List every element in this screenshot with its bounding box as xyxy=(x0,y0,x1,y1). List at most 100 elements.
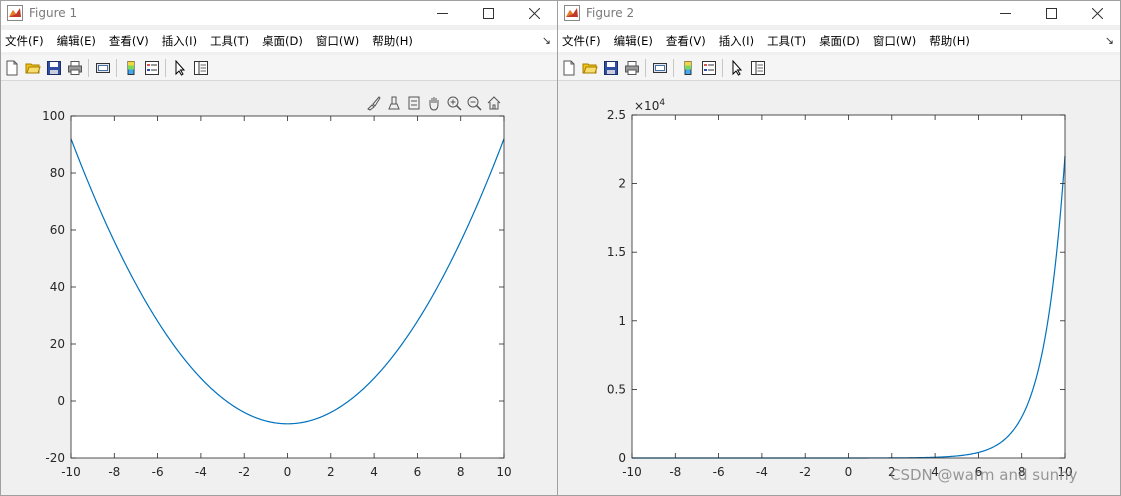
pointer-arrow-icon xyxy=(732,59,742,76)
minimize-button[interactable] xyxy=(982,1,1028,25)
y-tick-label: 80 xyxy=(50,166,65,180)
menu-file[interactable]: 文件(F) xyxy=(1,33,52,49)
menu-insert[interactable]: 插入(I) xyxy=(714,33,762,49)
plot-axes-2[interactable]: -10 -8 -6 -4 -2 0 2 4 6 8 1000.511.522.5×104 xyxy=(558,82,1121,496)
minimize-icon xyxy=(436,12,448,14)
legend-button[interactable] xyxy=(141,57,162,79)
menu-tools[interactable]: 工具(T) xyxy=(762,33,814,49)
x-tick-label: -8 xyxy=(108,465,120,479)
y-tick-label: 2 xyxy=(618,177,626,191)
window-title: Figure 2 xyxy=(586,6,635,20)
figure-toolbar xyxy=(1,55,557,81)
maximize-button[interactable] xyxy=(465,1,511,25)
y-tick-label: 2.5 xyxy=(607,108,626,122)
menu-tools[interactable]: 工具(T) xyxy=(205,33,257,49)
x-tick-label: 0 xyxy=(845,465,853,479)
menu-help[interactable]: 帮助(H) xyxy=(367,33,421,49)
legend-button[interactable] xyxy=(698,57,719,79)
menu-overflow-icon[interactable]: ↘ xyxy=(1105,34,1114,47)
matlab-icon xyxy=(564,5,580,21)
close-button[interactable] xyxy=(511,1,557,25)
y-exponent-power: 4 xyxy=(659,98,665,108)
title-bar[interactable]: Figure 1 xyxy=(1,1,557,25)
toolbar-separator xyxy=(673,58,674,77)
colorbar-icon xyxy=(684,60,691,75)
menu-bar: 文件(F) 编辑(E) 查看(V) 插入(I) 工具(T) 桌面(D) 窗口(W… xyxy=(558,30,1120,52)
figure-2-window: Figure 2 文件(F) 编辑(E) 查看(V) 插入(I) 工具(T) 桌… xyxy=(557,0,1121,496)
menu-insert[interactable]: 插入(I) xyxy=(157,33,205,49)
menu-desktop[interactable]: 桌面(D) xyxy=(257,33,311,49)
close-button[interactable] xyxy=(1074,1,1120,25)
save-button[interactable] xyxy=(43,57,64,79)
print-button[interactable] xyxy=(621,57,642,79)
link-plot-icon xyxy=(95,62,110,73)
property-inspector-button[interactable] xyxy=(747,57,768,79)
menu-desktop[interactable]: 桌面(D) xyxy=(814,33,868,49)
figure-1-window: Figure 1 文件(F) 编辑(E) 查看(V) 插入(I) 工具(T) 桌… xyxy=(0,0,558,496)
title-bar[interactable]: Figure 2 xyxy=(558,1,1120,25)
menu-overflow-icon[interactable]: ↘ xyxy=(542,34,551,47)
menu-view[interactable]: 查看(V) xyxy=(104,33,157,49)
x-tick-label: 6 xyxy=(414,465,422,479)
link-plot-button[interactable] xyxy=(649,57,670,79)
legend-icon xyxy=(144,60,159,75)
figure-canvas: -10 -8 -6 -4 -2 0 2 4 6 8 10 -20 0 20 40 60 80 100 xyxy=(1,82,557,495)
print-icon xyxy=(67,60,82,75)
property-inspector-button[interactable] xyxy=(190,57,211,79)
axes-background xyxy=(632,115,1065,458)
x-tick-label: -8 xyxy=(669,465,681,479)
menu-window[interactable]: 窗口(W) xyxy=(868,33,924,49)
y-tick-label: 20 xyxy=(50,337,65,351)
toolbar-separator xyxy=(88,58,89,77)
new-file-icon xyxy=(563,60,574,75)
toolbar-separator xyxy=(165,58,166,77)
new-figure-button[interactable] xyxy=(558,57,579,79)
open-file-button[interactable] xyxy=(579,57,600,79)
x-tick-label: -6 xyxy=(713,465,725,479)
axes-background xyxy=(71,116,504,458)
new-figure-button[interactable] xyxy=(1,57,22,79)
menu-view[interactable]: 查看(V) xyxy=(661,33,714,49)
edit-plot-button[interactable] xyxy=(726,57,747,79)
open-file-button[interactable] xyxy=(22,57,43,79)
minimize-button[interactable] xyxy=(419,1,465,25)
colorbar-button[interactable] xyxy=(120,57,141,79)
maximize-button[interactable] xyxy=(1028,1,1074,25)
x-tick-label: 2 xyxy=(327,465,335,479)
menu-file[interactable]: 文件(F) xyxy=(558,33,609,49)
matlab-icon xyxy=(7,5,23,21)
save-button[interactable] xyxy=(600,57,621,79)
window-title: Figure 1 xyxy=(29,6,78,20)
link-plot-button[interactable] xyxy=(92,57,113,79)
legend-icon xyxy=(701,60,716,75)
menu-edit[interactable]: 编辑(E) xyxy=(609,33,661,49)
x-tick-label: 4 xyxy=(370,465,378,479)
x-tick-label: -10 xyxy=(622,465,642,479)
edit-plot-button[interactable] xyxy=(169,57,190,79)
y-tick-label: 0.5 xyxy=(607,382,626,396)
x-tick-label: 0 xyxy=(284,465,292,479)
menu-edit[interactable]: 编辑(E) xyxy=(52,33,104,49)
minimize-icon xyxy=(999,12,1011,14)
y-tick-label: 60 xyxy=(50,223,65,237)
menu-window[interactable]: 窗口(W) xyxy=(311,33,367,49)
open-folder-icon xyxy=(582,63,598,73)
print-icon xyxy=(624,60,639,75)
maximize-icon xyxy=(482,7,494,19)
x-tick-label: -4 xyxy=(195,465,207,479)
maximize-icon xyxy=(1045,7,1057,19)
x-tick-label: -2 xyxy=(799,465,811,479)
y-tick-label: 1.5 xyxy=(607,245,626,259)
close-icon xyxy=(1091,7,1103,19)
menu-help[interactable]: 帮助(H) xyxy=(924,33,978,49)
x-tick-label: 8 xyxy=(457,465,465,479)
colorbar-icon xyxy=(127,60,134,75)
colorbar-button[interactable] xyxy=(677,57,698,79)
y-tick-label: 1 xyxy=(618,314,626,328)
open-folder-icon xyxy=(25,63,41,73)
y-tick-label: 0 xyxy=(57,394,65,408)
menu-bar: 文件(F) 编辑(E) 查看(V) 插入(I) 工具(T) 桌面(D) 窗口(W… xyxy=(1,30,557,52)
toolbar-separator xyxy=(645,58,646,77)
plot-axes-1[interactable]: -10 -8 -6 -4 -2 0 2 4 6 8 10-20020406080100 xyxy=(1,82,558,496)
print-button[interactable] xyxy=(64,57,85,79)
